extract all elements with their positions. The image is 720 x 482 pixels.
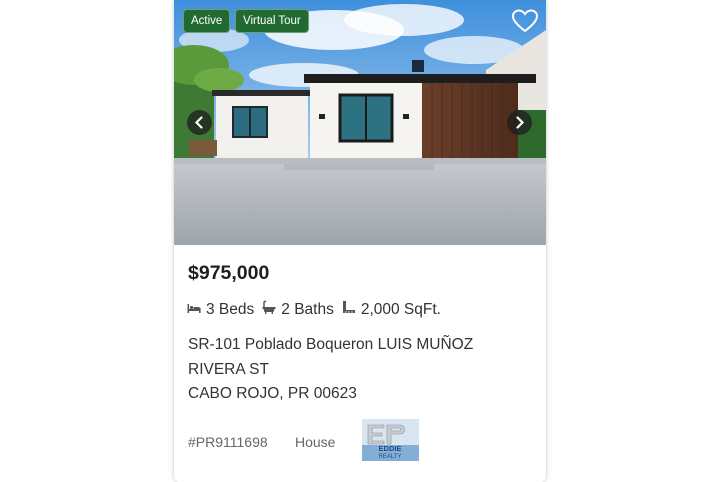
- bathtub-icon: [262, 300, 276, 319]
- status-badge: Active: [183, 9, 231, 33]
- next-photo-button[interactable]: [507, 110, 532, 135]
- listing-price: $975,000: [188, 262, 270, 284]
- heart-outline-icon[interactable]: [512, 9, 538, 33]
- address-street: SR-101 Poblado Boqueron LUIS MUÑOZ RIVER…: [188, 336, 474, 378]
- square-footage: 2,000 SqFt.: [360, 300, 441, 318]
- broker-logo: EDDIE REALTY: [362, 419, 419, 461]
- chevron-left-icon: [194, 116, 203, 129]
- listing-facts: 3 Beds 2 Baths 2,000 SqFt.: [187, 300, 449, 319]
- previous-photo-button[interactable]: [187, 110, 212, 135]
- beds-count: 3 Beds: [206, 300, 255, 318]
- baths-count: 2 Baths: [281, 300, 334, 318]
- property-type: House: [295, 434, 336, 450]
- listing-photo[interactable]: Active Virtual Tour: [174, 0, 546, 245]
- listing-address[interactable]: SR-101 Poblado Boqueron LUIS MUÑOZ RIVER…: [188, 333, 528, 407]
- house-photo-image: [174, 0, 546, 245]
- chevron-right-icon: [516, 116, 525, 129]
- address-city: CABO ROJO, PR 00623: [188, 385, 357, 402]
- mls-number: #PR9111698: [188, 434, 268, 450]
- virtual-tour-badge[interactable]: Virtual Tour: [235, 9, 309, 33]
- svg-text:REALTY: REALTY: [379, 454, 402, 460]
- ruler-icon: [342, 300, 356, 319]
- listing-card[interactable]: Active Virtual Tour $975,000 3 Beds 2 Ba…: [174, 0, 546, 482]
- bed-icon: [187, 301, 201, 319]
- svg-text:EDDIE: EDDIE: [379, 444, 402, 453]
